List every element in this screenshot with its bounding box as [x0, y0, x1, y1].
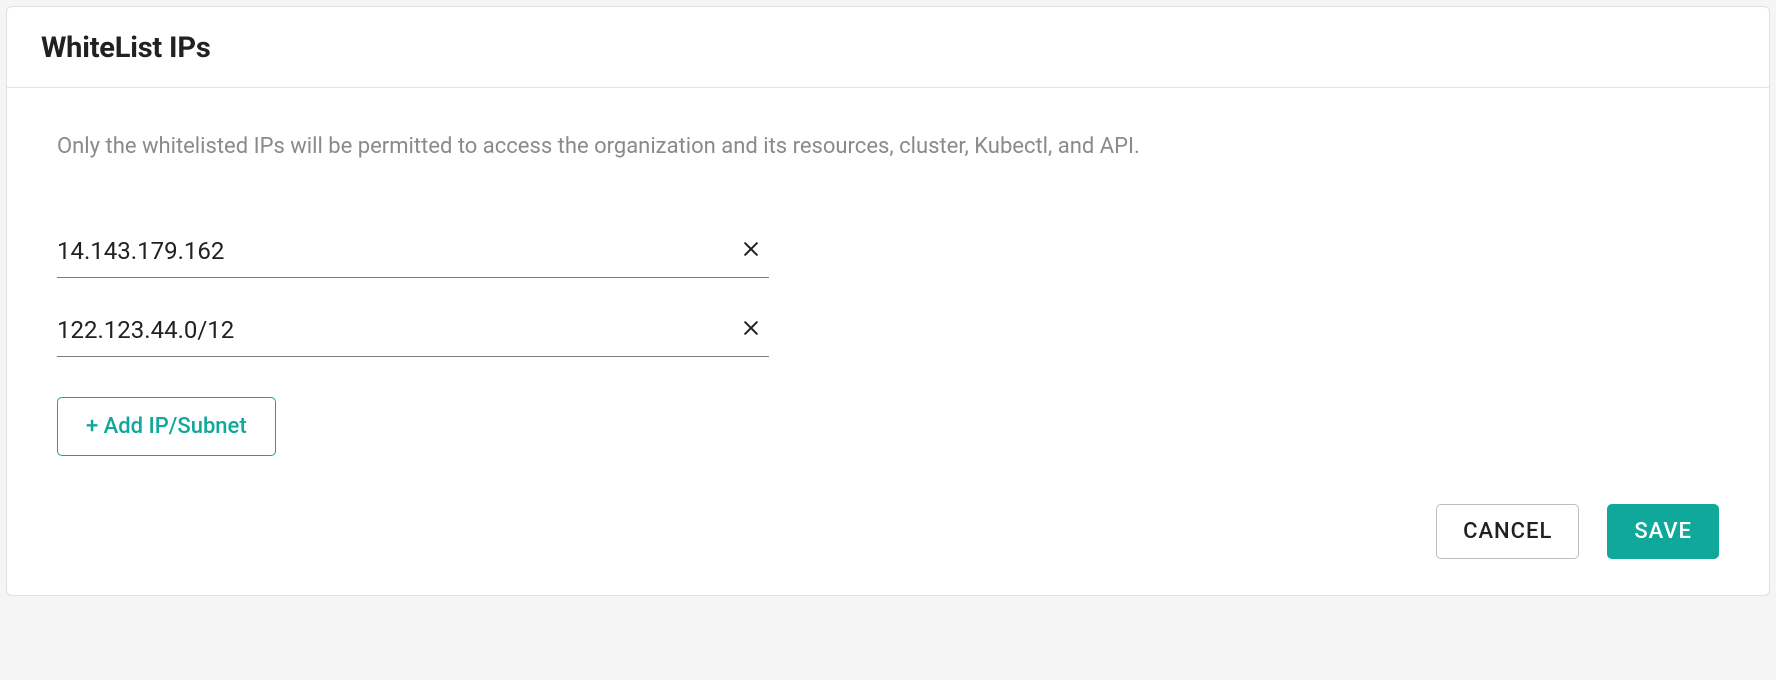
close-icon: [741, 239, 761, 262]
ip-input[interactable]: [57, 314, 733, 346]
close-icon: [741, 318, 761, 341]
clear-ip-button[interactable]: [733, 314, 769, 345]
whitelist-card: WhiteList IPs Only the whitelisted IPs w…: [6, 6, 1770, 596]
card-title: WhiteList IPs: [41, 31, 1735, 65]
ip-row: [57, 314, 769, 357]
ip-list: [57, 235, 769, 357]
ip-input[interactable]: [57, 235, 733, 267]
clear-ip-button[interactable]: [733, 235, 769, 266]
whitelist-description: Only the whitelisted IPs will be permitt…: [57, 132, 1719, 163]
card-body: Only the whitelisted IPs will be permitt…: [7, 88, 1769, 595]
ip-row: [57, 235, 769, 278]
add-ip-subnet-button[interactable]: + Add IP/Subnet: [57, 397, 276, 456]
card-header: WhiteList IPs: [7, 7, 1769, 88]
card-actions: CANCEL SAVE: [57, 504, 1719, 559]
save-button[interactable]: SAVE: [1607, 504, 1719, 559]
cancel-button[interactable]: CANCEL: [1436, 504, 1579, 559]
